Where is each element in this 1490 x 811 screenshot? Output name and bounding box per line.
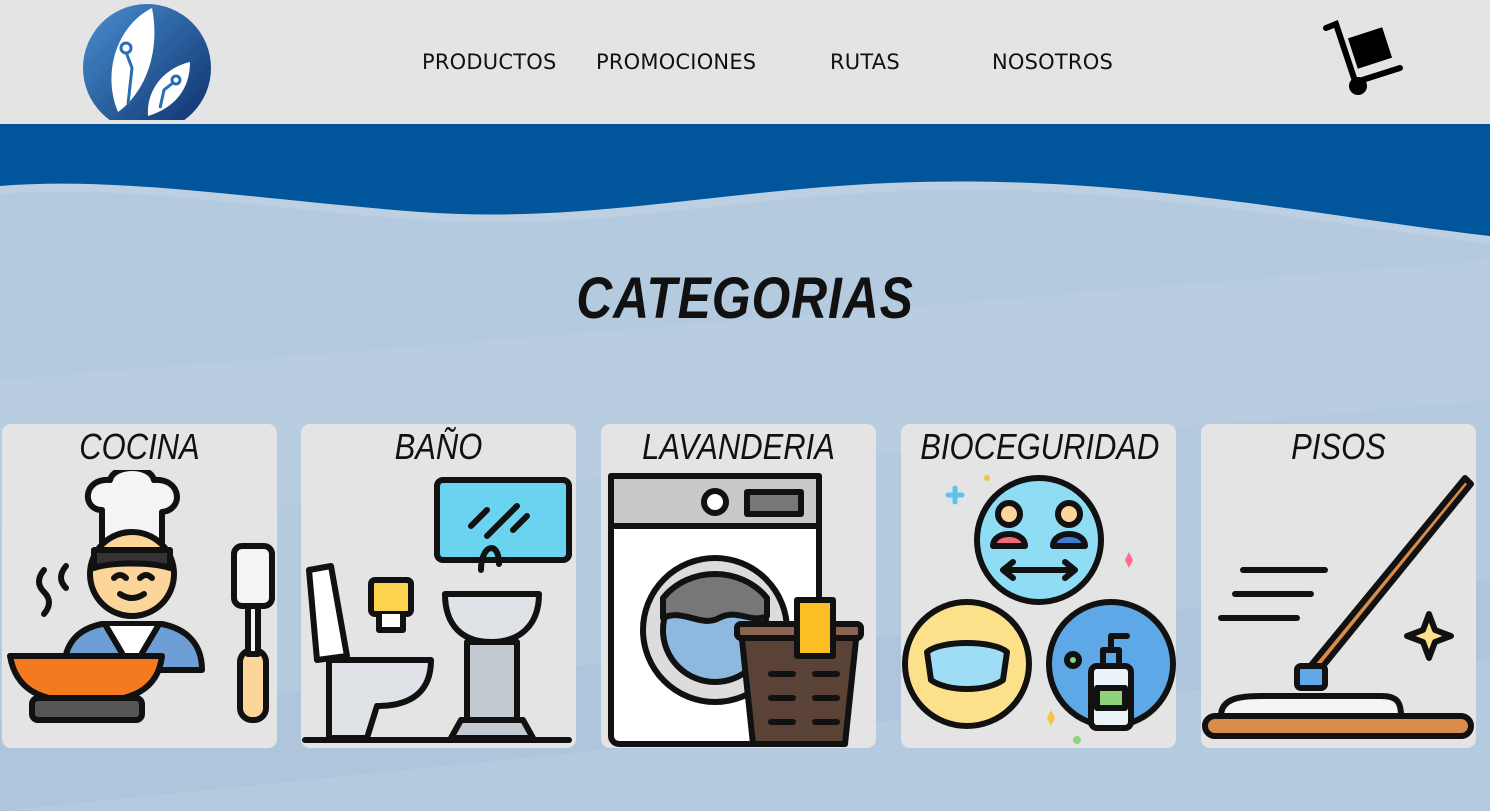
category-label: PISOS	[1291, 426, 1386, 467]
page-title: CATEGORIAS	[576, 265, 914, 331]
category-card-cocina[interactable]: COCINA	[2, 424, 277, 748]
category-label: COCINA	[79, 426, 200, 467]
category-card-bioceguridad[interactable]: BIOCEGURIDAD	[901, 424, 1176, 748]
header-wave	[0, 124, 1490, 244]
leaf-circuit-logo[interactable]	[82, 4, 212, 120]
category-card-pisos[interactable]: PISOS	[1201, 424, 1476, 748]
category-card-bano[interactable]: BAÑO	[301, 424, 576, 748]
bathroom-toilet-sink-icon	[302, 477, 572, 743]
chef-cooking-icon	[7, 470, 275, 723]
category-label: LAVANDERIA	[642, 426, 835, 467]
nav-rutas[interactable]: RUTAS	[830, 50, 900, 74]
top-navigation-bar: PRODUCTOS PROMOCIONES RUTAS NOSOTROS	[0, 0, 1490, 124]
category-label: BAÑO	[394, 426, 483, 467]
category-label: BIOCEGURIDAD	[920, 426, 1160, 467]
hand-truck-cart-icon[interactable]	[1322, 20, 1404, 98]
mop-floor-icon	[1202, 475, 1474, 739]
washing-machine-basket-icon	[608, 473, 864, 747]
nav-nosotros[interactable]: NOSOTROS	[992, 50, 1113, 74]
nav-promociones[interactable]: PROMOCIONES	[596, 50, 756, 74]
nav-productos[interactable]: PRODUCTOS	[422, 50, 556, 74]
biosecurity-distance-mask-sanitizer-icon	[902, 475, 1176, 744]
category-card-lavanderia[interactable]: LAVANDERIA	[601, 424, 876, 748]
